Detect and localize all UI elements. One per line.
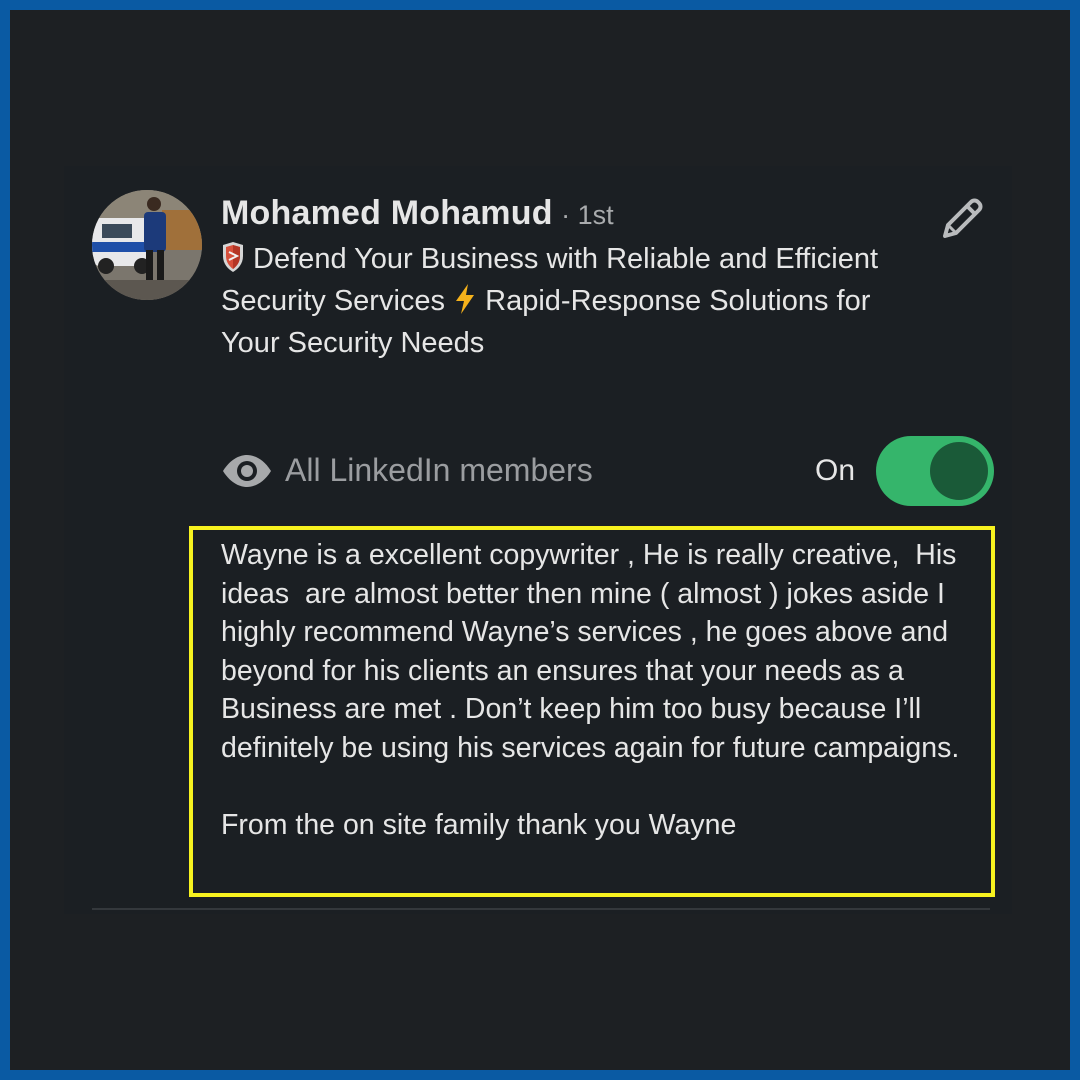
recommendation-closing: From the on site family thank you Wayne xyxy=(221,808,737,841)
eye-icon xyxy=(223,454,271,487)
connection-degree: · 1st xyxy=(561,200,614,230)
recommendation-body: Wayne is a excellent copywriter , He is … xyxy=(221,539,965,764)
pencil-icon xyxy=(943,198,983,238)
divider xyxy=(92,908,990,910)
profile-name[interactable]: Mohamed Mohamud xyxy=(221,194,553,232)
lightning-emoji-icon xyxy=(453,284,477,324)
edit-button[interactable] xyxy=(935,194,987,246)
profile-headline: Defend Your Business with Reliable and E… xyxy=(221,240,921,362)
visibility-setting[interactable]: All LinkedIn members xyxy=(221,452,593,489)
visibility-label: All LinkedIn members xyxy=(285,452,593,488)
toggle-knob[interactable] xyxy=(930,442,988,500)
toggle-state-label: On xyxy=(815,454,856,487)
avatar[interactable] xyxy=(92,190,202,300)
shield-emoji-icon xyxy=(221,242,245,282)
name-line: Mohamed Mohamud · 1st xyxy=(221,194,614,233)
visibility-toggle[interactable] xyxy=(876,436,994,506)
recommendation-text: Wayne is a excellent copywriter , He is … xyxy=(221,536,991,844)
